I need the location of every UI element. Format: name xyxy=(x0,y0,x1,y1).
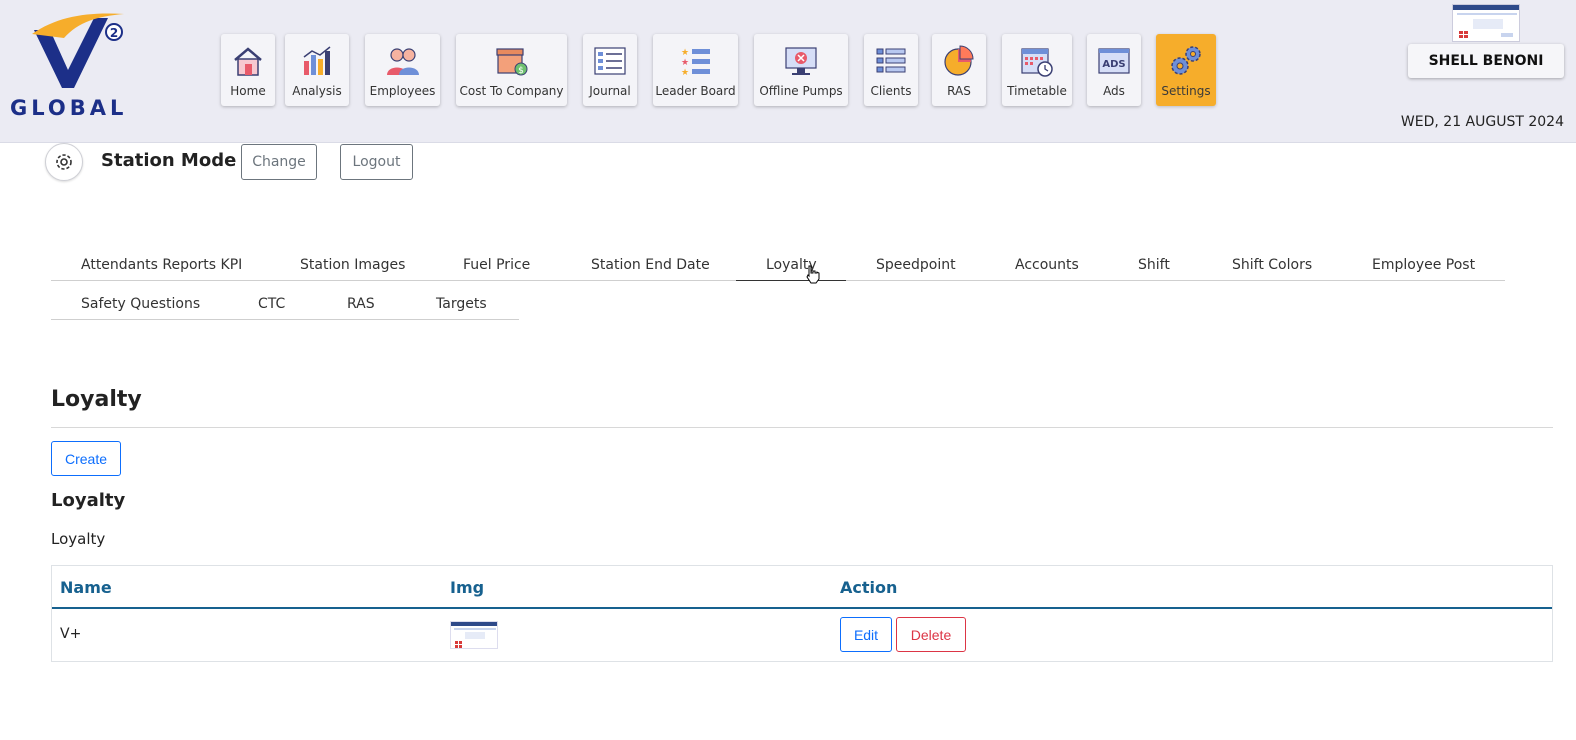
tab-employee-post[interactable]: Employee Post xyxy=(1372,257,1475,281)
tab-speedpoint[interactable]: Speedpoint xyxy=(876,257,956,281)
edit-button[interactable]: Edit xyxy=(840,617,892,652)
tab-shift[interactable]: Shift xyxy=(1138,257,1170,281)
nav-item-employees[interactable]: Employees xyxy=(365,34,440,106)
gears-icon xyxy=(1168,44,1204,78)
table-row: V+ Edit Delete xyxy=(52,609,1552,661)
nav-label: Offline Pumps xyxy=(759,84,843,98)
people-icon xyxy=(385,44,421,78)
nav-item-offline-pumps[interactable]: Offline Pumps xyxy=(754,34,848,106)
nav-item-analysis[interactable]: Analysis xyxy=(285,34,349,106)
svg-text:★: ★ xyxy=(681,48,689,58)
nav-item-clients[interactable]: Clients xyxy=(864,34,918,106)
tab-loyalty[interactable]: Loyalty xyxy=(736,257,846,281)
nav-label: Analysis xyxy=(292,84,342,98)
svg-text:ADS: ADS xyxy=(1102,59,1125,70)
gear-icon xyxy=(56,154,72,170)
current-date: WED, 21 AUGUST 2024 xyxy=(1400,114,1564,130)
ads-icon: ADS xyxy=(1096,44,1132,78)
nav-label: Timetable xyxy=(1007,84,1067,98)
nav-label: Settings xyxy=(1161,84,1211,98)
subsection-text: Loyalty xyxy=(51,530,106,548)
loyalty-table: Name Img Action V+ Edit Delete xyxy=(51,565,1553,662)
nav-item-ras[interactable]: RAS xyxy=(932,34,986,106)
nav-item-ads[interactable]: ADS Ads xyxy=(1087,34,1141,106)
table-header: Name Img Action xyxy=(52,566,1552,609)
nav-label: Ads xyxy=(1103,84,1125,98)
nav-item-leader-board[interactable]: ★ ★ ★ Leader Board xyxy=(653,34,738,106)
nav-item-timetable[interactable]: Timetable xyxy=(1002,34,1072,106)
nav-label: Clients xyxy=(870,84,912,98)
logo-text: GLOBAL xyxy=(10,96,128,120)
top-header: 2 GLOBAL Home Analysis Employees $ Cost … xyxy=(0,0,1576,143)
tab-attendants-reports-kpi[interactable]: Attendants Reports KPI xyxy=(81,257,242,281)
change-button[interactable]: Change xyxy=(241,144,317,180)
nav-label: Home xyxy=(230,84,266,98)
subsection-title: Loyalty xyxy=(51,490,126,511)
logout-button[interactable]: Logout xyxy=(340,144,413,180)
tab-targets[interactable]: Targets xyxy=(436,296,487,320)
nav-item-cost-to-company[interactable]: $ Cost To Company xyxy=(456,34,567,106)
store-name[interactable]: SHELL BENONI xyxy=(1408,44,1564,78)
tab-ctc[interactable]: CTC xyxy=(258,296,285,320)
store-thumbnail[interactable] xyxy=(1452,4,1520,42)
row-image-thumbnail xyxy=(450,621,498,649)
tab-ras[interactable]: RAS xyxy=(347,296,375,320)
delete-button[interactable]: Delete xyxy=(896,617,966,652)
svg-text:$: $ xyxy=(518,66,524,76)
nav-item-home[interactable]: Home xyxy=(221,34,275,106)
settings-gear-button[interactable] xyxy=(45,143,83,181)
list-icon xyxy=(592,44,628,78)
station-mode-title: Station Mode xyxy=(101,150,237,171)
nav-label: Leader Board xyxy=(655,84,736,98)
nav-label: RAS xyxy=(947,84,971,98)
tab-accounts[interactable]: Accounts xyxy=(1015,257,1079,281)
nav-label: Cost To Company xyxy=(459,84,564,98)
v2-logo-mark: 2 xyxy=(32,13,124,88)
svg-text:★: ★ xyxy=(681,68,689,77)
row-name: V+ xyxy=(60,626,82,642)
pie-chart-icon xyxy=(941,44,977,78)
column-header-name: Name xyxy=(60,578,112,597)
hand-cursor-icon xyxy=(806,265,820,284)
nav-item-journal[interactable]: Journal xyxy=(583,34,637,106)
svg-text:★: ★ xyxy=(681,58,689,68)
create-button[interactable]: Create xyxy=(51,441,121,476)
nav-label: Employees xyxy=(369,84,436,98)
nav-label: Journal xyxy=(589,84,631,98)
settings-tabs-row-2: Safety Questions CTC RAS Targets xyxy=(51,296,519,320)
box-dollar-icon: $ xyxy=(494,44,530,78)
tab-safety-questions[interactable]: Safety Questions xyxy=(81,296,200,320)
bar-chart-icon xyxy=(299,44,335,78)
tab-shift-colors[interactable]: Shift Colors xyxy=(1232,257,1312,281)
logo-superscript: 2 xyxy=(110,26,118,40)
calendar-clock-icon xyxy=(1019,44,1055,78)
column-header-action: Action xyxy=(840,578,898,597)
numbered-list-icon xyxy=(873,44,909,78)
home-icon xyxy=(230,44,266,78)
settings-tabs-row-1: Attendants Reports KPI Station Images Fu… xyxy=(51,257,1505,281)
monitor-error-icon xyxy=(783,44,819,78)
nav-item-settings[interactable]: Settings xyxy=(1156,34,1216,106)
star-list-icon: ★ ★ ★ xyxy=(678,44,714,78)
tab-station-images[interactable]: Station Images xyxy=(300,257,405,281)
brand-logo[interactable]: 2 GLOBAL xyxy=(8,8,132,120)
tab-station-end-date[interactable]: Station End Date xyxy=(591,257,710,281)
section-title: Loyalty xyxy=(51,387,142,412)
divider xyxy=(51,427,1553,428)
tab-fuel-price[interactable]: Fuel Price xyxy=(463,257,530,281)
column-header-img: Img xyxy=(450,578,485,597)
